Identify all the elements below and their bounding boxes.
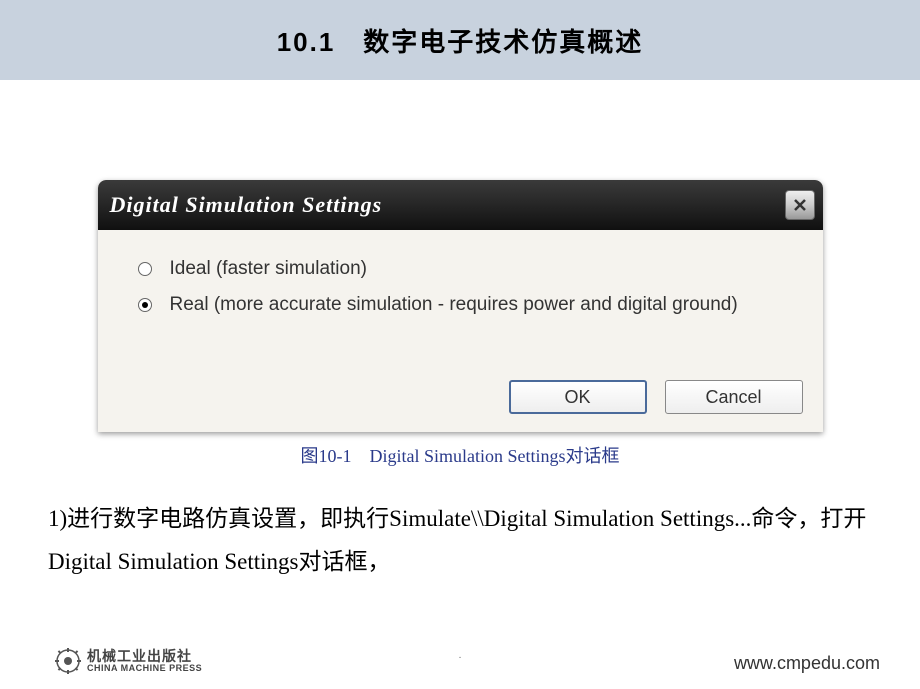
publisher-logo: 机械工业出版社 CHINA MACHINE PRESS <box>55 648 202 674</box>
publisher-text: 机械工业出版社 CHINA MACHINE PRESS <box>87 649 202 673</box>
body-paragraph: 1)进行数字电路仿真设置，即执行Simulate\\Digital Simula… <box>40 498 880 583</box>
publisher-name-cn: 机械工业出版社 <box>87 649 202 664</box>
radio-label-real: Real (more accurate simulation - require… <box>170 294 738 316</box>
close-icon <box>792 197 808 213</box>
dialog-titlebar: Digital Simulation Settings <box>98 180 823 230</box>
radio-selected-icon <box>142 302 148 308</box>
dialog-window: Digital Simulation Settings Ideal (faste… <box>98 180 823 432</box>
page-title: 10.1 数字电子技术仿真概述 <box>277 22 644 59</box>
dialog-body: Ideal (faster simulation) Real (more acc… <box>98 230 823 350</box>
cancel-button[interactable]: Cancel <box>665 380 803 414</box>
dialog-footer: OK Cancel <box>98 350 823 432</box>
gear-icon <box>55 648 81 674</box>
dialog-title: Digital Simulation Settings <box>110 192 383 218</box>
content-area: Digital Simulation Settings Ideal (faste… <box>0 80 920 583</box>
radio-icon <box>138 298 152 312</box>
close-button[interactable] <box>785 190 815 220</box>
radio-option-ideal[interactable]: Ideal (faster simulation) <box>138 258 783 280</box>
footer-url: www.cmpedu.com <box>734 653 880 674</box>
publisher-name-en: CHINA MACHINE PRESS <box>87 664 202 673</box>
ok-button[interactable]: OK <box>509 380 647 414</box>
page-center-mark: . <box>459 650 462 661</box>
header-bar: 10.1 数字电子技术仿真概述 <box>0 0 920 80</box>
radio-option-real[interactable]: Real (more accurate simulation - require… <box>138 294 783 316</box>
radio-icon <box>138 262 152 276</box>
radio-label-ideal: Ideal (faster simulation) <box>170 258 367 280</box>
figure-caption: 图10-1 Digital Simulation Settings对话框 <box>40 442 880 468</box>
